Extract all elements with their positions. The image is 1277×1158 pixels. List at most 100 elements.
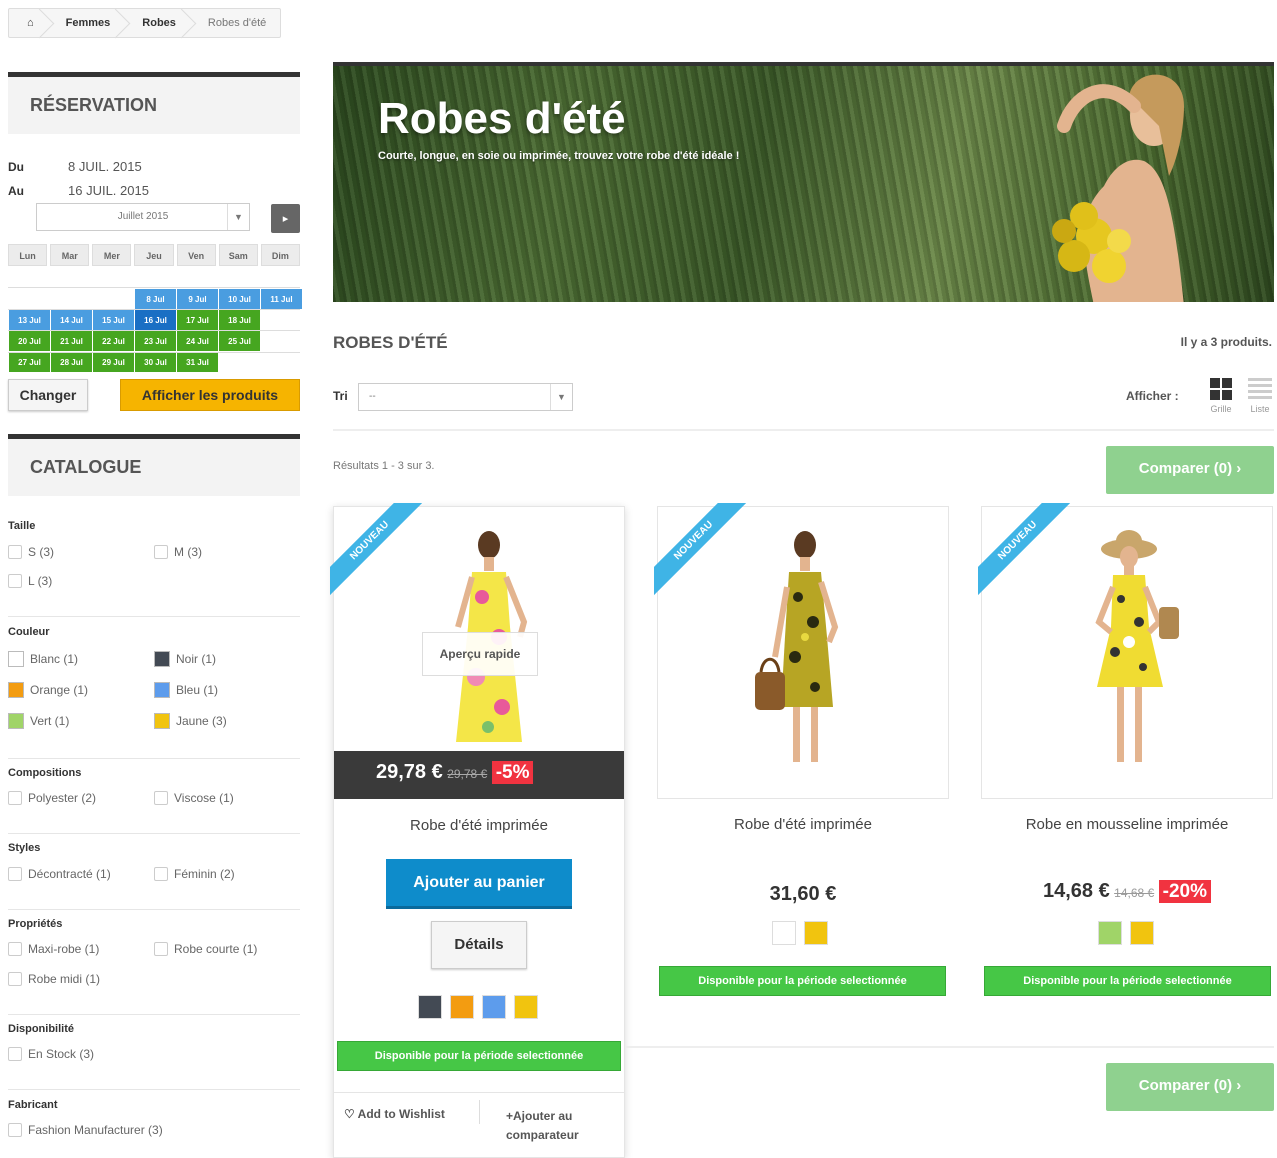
- checkbox[interactable]: [8, 1047, 22, 1061]
- color-swatch[interactable]: [514, 995, 538, 1019]
- checkbox[interactable]: [8, 791, 22, 805]
- quick-view-button[interactable]: Aperçu rapide: [422, 632, 538, 676]
- color-swatch[interactable]: [418, 995, 442, 1019]
- next-month-button[interactable]: ▸: [271, 204, 300, 233]
- product-card[interactable]: NOUVEAU Aperçu rapide 29,78 € 29,78 € -5…: [330, 503, 625, 1158]
- checkbox[interactable]: [154, 791, 168, 805]
- banner-subtitle: Courte, longue, en soie ou imprimée, tro…: [378, 150, 740, 162]
- filter-color[interactable]: Bleu (1): [154, 682, 218, 698]
- filter-casual[interactable]: Décontracté (1): [8, 867, 111, 881]
- calendar-day[interactable]: 29 Jul: [93, 352, 134, 372]
- month-select[interactable]: Juillet 2015 ▼: [36, 203, 250, 231]
- filter-midi[interactable]: Robe midi (1): [8, 972, 100, 986]
- calendar-day[interactable]: 23 Jul: [135, 331, 176, 351]
- product-name[interactable]: Robe en mousseline imprimée: [981, 816, 1273, 833]
- checkbox[interactable]: [8, 545, 22, 559]
- color-swatch[interactable]: [154, 651, 170, 667]
- color-swatch[interactable]: [154, 682, 170, 698]
- calendar-day[interactable]: 24 Jul: [177, 331, 218, 351]
- calendar-day[interactable]: 30 Jul: [135, 352, 176, 372]
- filter-label: Féminin (2): [174, 867, 235, 881]
- calendar-day[interactable]: 17 Jul: [177, 310, 218, 330]
- breadcrumb-robes[interactable]: Robes: [124, 9, 190, 37]
- calendar-day[interactable]: 14 Jul: [51, 310, 92, 330]
- product-name[interactable]: Robe d'été imprimée: [657, 816, 949, 833]
- checkbox[interactable]: [8, 942, 22, 956]
- color-swatch[interactable]: [772, 921, 796, 945]
- filter-polyester[interactable]: Polyester (2): [8, 791, 96, 805]
- calendar-day[interactable]: 8 Jul: [135, 289, 176, 309]
- filter-short[interactable]: Robe courte (1): [154, 942, 257, 956]
- filter-size-l[interactable]: L (3): [8, 574, 52, 588]
- filter-color[interactable]: Vert (1): [8, 713, 69, 729]
- product-name[interactable]: Robe d'été imprimée: [334, 817, 624, 834]
- compare-button-bottom[interactable]: Comparer (0) ›: [1106, 1063, 1274, 1111]
- from-date[interactable]: 8 JUIL. 2015: [68, 159, 142, 174]
- checkbox[interactable]: [8, 574, 22, 588]
- calendar-day[interactable]: 10 Jul: [219, 289, 260, 309]
- to-date[interactable]: 16 JUIL. 2015: [68, 183, 149, 198]
- calendar-day[interactable]: 25 Jul: [219, 331, 260, 351]
- checkbox[interactable]: [8, 1123, 22, 1137]
- change-button[interactable]: Changer: [8, 379, 88, 411]
- add-to-compare-button[interactable]: +Ajouter au comparateur: [506, 1107, 606, 1145]
- filter-color[interactable]: Jaune (3): [154, 713, 227, 729]
- details-button[interactable]: Détails: [431, 921, 527, 969]
- filter-feminine[interactable]: Féminin (2): [154, 867, 235, 881]
- filter-color[interactable]: Blanc (1): [8, 651, 78, 667]
- show-products-button[interactable]: Afficher les produits: [120, 379, 300, 411]
- color-swatch[interactable]: [1130, 921, 1154, 945]
- color-swatch[interactable]: [804, 921, 828, 945]
- checkbox[interactable]: [154, 942, 168, 956]
- color-swatch[interactable]: [8, 682, 24, 698]
- calendar-day[interactable]: 18 Jul: [219, 310, 260, 330]
- compare-button-top[interactable]: Comparer (0) ›: [1106, 446, 1274, 494]
- calendar-day[interactable]: 13 Jul: [9, 310, 50, 330]
- product-image-frame[interactable]: NOUVEAU: [978, 503, 1273, 799]
- calendar-day[interactable]: 28 Jul: [51, 352, 92, 372]
- checkbox[interactable]: [154, 545, 168, 559]
- color-swatch[interactable]: [8, 713, 24, 729]
- wishlist-button[interactable]: ♡ Add to Wishlist: [344, 1107, 445, 1121]
- filter-color[interactable]: Orange (1): [8, 682, 88, 698]
- add-to-cart-button[interactable]: Ajouter au panier: [386, 859, 572, 909]
- filter-color[interactable]: Noir (1): [154, 651, 216, 667]
- calendar-day[interactable]: 22 Jul: [93, 331, 134, 351]
- filter-label: Décontracté (1): [28, 867, 111, 881]
- calendar-day[interactable]: 31 Jul: [177, 352, 218, 372]
- checkbox[interactable]: [8, 867, 22, 881]
- color-swatch[interactable]: [450, 995, 474, 1019]
- color-swatch[interactable]: [8, 651, 24, 667]
- sort-select[interactable]: -- ▼: [358, 383, 573, 411]
- filter-fashion-manufacturer[interactable]: Fashion Manufacturer (3): [8, 1123, 163, 1137]
- filter-size-m[interactable]: M (3): [154, 545, 202, 559]
- color-swatch[interactable]: [1098, 921, 1122, 945]
- filter-size-s[interactable]: S (3): [8, 545, 54, 559]
- calendar-day[interactable]: 15 Jul: [93, 310, 134, 330]
- list-view-button[interactable]: Liste: [1245, 378, 1275, 414]
- chevron-down-icon: ▼: [550, 384, 572, 410]
- color-swatch[interactable]: [154, 713, 170, 729]
- checkbox[interactable]: [154, 867, 168, 881]
- calendar-day[interactable]: 20 Jul: [9, 331, 50, 351]
- weekday-header: Ven: [176, 244, 216, 266]
- calendar-day[interactable]: 21 Jul: [51, 331, 92, 351]
- calendar-day[interactable]: 11 Jul: [261, 289, 302, 309]
- product-image[interactable]: [1077, 527, 1187, 777]
- filter-maxi[interactable]: Maxi-robe (1): [8, 942, 99, 956]
- calendar-day[interactable]: 27 Jul: [9, 352, 50, 372]
- product-image[interactable]: [753, 527, 853, 777]
- filter-viscose[interactable]: Viscose (1): [154, 791, 234, 805]
- product-image-frame[interactable]: NOUVEAU: [654, 503, 949, 799]
- filter-in-stock[interactable]: En Stock (3): [8, 1047, 94, 1061]
- grid-view-button[interactable]: Grille: [1206, 378, 1236, 414]
- banner-title: Robes d'été: [378, 94, 626, 143]
- calendar-day[interactable]: 9 Jul: [177, 289, 218, 309]
- home-icon[interactable]: ⌂: [9, 9, 48, 37]
- color-swatch[interactable]: [482, 995, 506, 1019]
- calendar-day[interactable]: 16 Jul: [135, 310, 176, 330]
- breadcrumb-femmes[interactable]: Femmes: [48, 9, 125, 37]
- checkbox[interactable]: [8, 972, 22, 986]
- compare-label: Comparer (0): [1138, 1077, 1233, 1094]
- old-price: 29,78 €: [447, 767, 488, 781]
